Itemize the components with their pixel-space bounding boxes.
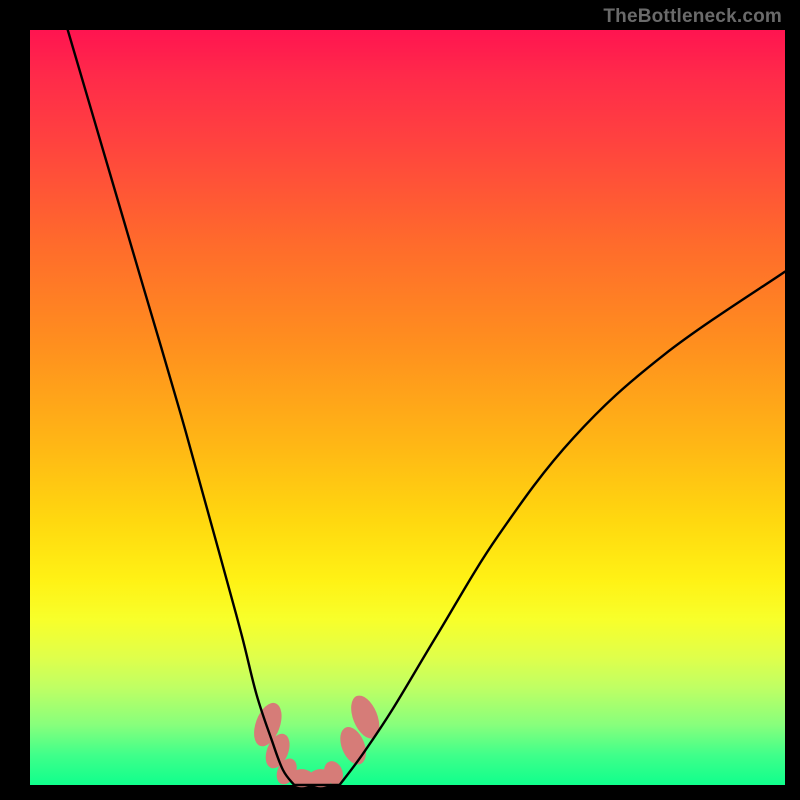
- series-right-curve: [340, 272, 785, 785]
- chart-curves-svg: [0, 0, 800, 800]
- chart-frame: TheBottleneck.com: [0, 0, 800, 800]
- trough-blob-group: [249, 692, 385, 788]
- series-left-curve: [68, 30, 295, 785]
